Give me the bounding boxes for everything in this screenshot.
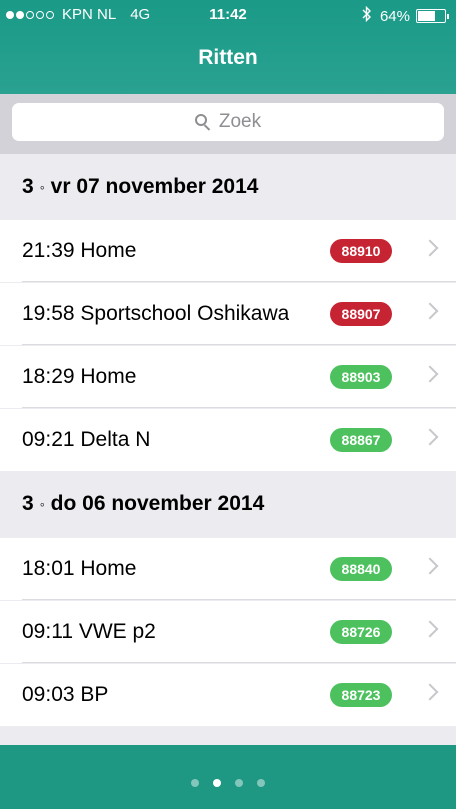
search-bar: Zoek — [0, 94, 456, 154]
list-item[interactable]: 18:01 Home 88840 — [0, 538, 456, 600]
chevron-right-icon — [421, 428, 439, 446]
search-icon — [194, 114, 211, 131]
ride-number-badge: 88726 — [330, 620, 392, 644]
app-header: KPN NL 4G 11:42 64% Ritten — [0, 0, 456, 94]
status-bar: KPN NL 4G 11:42 64% — [0, 0, 456, 30]
section-count: 3 — [22, 492, 34, 515]
search-input[interactable]: Zoek — [12, 103, 444, 141]
search-placeholder: Zoek — [218, 111, 262, 132]
chevron-right-icon — [421, 557, 439, 575]
page-dot[interactable] — [191, 779, 199, 787]
ride-number-badge: 88840 — [330, 557, 392, 581]
ride-title: 18:29 Home — [22, 365, 137, 388]
section-header: 3 ◦ do 06 november 2014 — [0, 471, 456, 537]
chevron-right-icon — [421, 302, 439, 320]
list-item[interactable]: 09:21 Delta N 88867 — [0, 409, 456, 471]
ride-title: 18:01 Home — [22, 557, 137, 580]
chevron-right-icon — [421, 365, 439, 383]
section-count: 3 — [22, 175, 34, 198]
page-dot[interactable] — [235, 779, 243, 787]
ride-number-badge: 88907 — [330, 302, 392, 326]
list-item[interactable]: 09:11 VWE p2 88726 — [0, 601, 456, 663]
battery-level — [418, 11, 435, 21]
section-header: 3 ◦ vr 07 november 2014 — [0, 154, 456, 220]
chevron-right-icon — [421, 239, 439, 257]
section-date: vr 07 november 2014 — [50, 175, 259, 198]
ride-title: 09:21 Delta N — [22, 428, 151, 451]
battery-icon — [416, 9, 449, 23]
page-title: Ritten — [198, 46, 258, 69]
section-separator: ◦ — [39, 496, 45, 512]
bottom-bar — [0, 745, 456, 809]
ride-title: 19:58 Sportschool Oshikawa — [22, 302, 290, 325]
list-item[interactable]: 19:58 Sportschool Oshikawa 88907 — [0, 283, 456, 345]
ride-number-badge: 88867 — [330, 428, 392, 452]
bluetooth-icon — [362, 5, 372, 26]
list-item[interactable]: 18:29 Home 88903 — [0, 346, 456, 408]
list-item[interactable]: 21:39 Home 88910 — [0, 220, 456, 282]
page-indicator[interactable] — [0, 779, 456, 787]
chevron-right-icon — [421, 683, 439, 701]
ride-number-badge: 88903 — [330, 365, 392, 389]
page-dot[interactable] — [213, 779, 221, 787]
page-dot[interactable] — [257, 779, 265, 787]
section-separator: ◦ — [39, 179, 45, 195]
ride-number-badge: 88723 — [330, 683, 392, 707]
battery-percentage: 64% — [379, 7, 410, 25]
list-item[interactable]: 09:03 BP 88723 — [0, 664, 456, 726]
ride-title: 21:39 Home — [22, 239, 137, 262]
ride-title: 09:11 VWE p2 — [22, 620, 156, 643]
section-date: do 06 november 2014 — [50, 492, 265, 515]
chevron-right-icon — [421, 620, 439, 638]
ride-number-badge: 88910 — [330, 239, 392, 263]
ride-title: 09:03 BP — [22, 683, 109, 706]
